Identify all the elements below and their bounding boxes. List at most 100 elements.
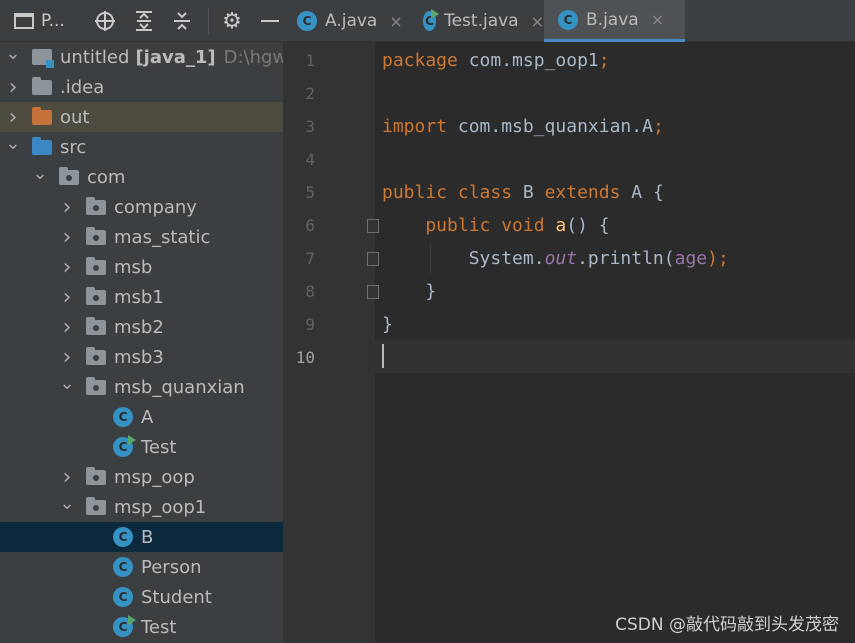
editor-tabs: C A.java × C Test.java × C B.java × — [283, 0, 855, 42]
code-token: out — [544, 248, 578, 269]
fold-marker-icon[interactable] — [367, 285, 379, 299]
project-path: D:\hgwz\un — [223, 46, 283, 68]
tree-item-msb1[interactable]: › msb1 — [0, 282, 283, 312]
code-line: public class B extends A { — [382, 176, 664, 209]
tree-item-msp-oop[interactable]: › msp_oop — [0, 462, 283, 492]
chevron-right-icon[interactable]: › — [4, 105, 22, 130]
fold-marker-icon[interactable] — [367, 219, 379, 233]
editor-gutter: 1 2 3 4 5 6 7 8 9 10 — [283, 42, 379, 643]
chevron-right-icon[interactable]: › — [58, 285, 76, 310]
code-token: com.msb_quanxian.A — [457, 116, 653, 137]
tab-a-java[interactable]: C A.java × — [283, 0, 409, 42]
tree-item-test[interactable]: C Test — [0, 612, 283, 642]
toolbar-divider — [208, 8, 209, 34]
tab-label: B.java — [586, 9, 639, 30]
chevron-right-icon[interactable]: › — [4, 75, 22, 100]
tree-item-msb[interactable]: › msb — [0, 252, 283, 282]
chevron-right-icon[interactable]: › — [58, 315, 76, 340]
class-icon: C — [113, 407, 133, 427]
tree-item-label: company — [114, 196, 197, 218]
line-number: 10 — [295, 348, 315, 367]
line-number: 6 — [305, 216, 315, 235]
tree-item-a[interactable]: CA — [0, 402, 283, 432]
tree-item-student[interactable]: C Student — [0, 582, 283, 612]
chevron-down-icon[interactable]: ⌄ — [58, 373, 76, 394]
tab-label: A.java — [325, 11, 378, 31]
collapse-all-icon[interactable] — [169, 8, 195, 34]
code-token: com.msp_oop1 — [468, 50, 599, 71]
chevron-right-icon[interactable]: › — [58, 465, 76, 490]
gear-icon[interactable]: ⚙ — [219, 8, 245, 34]
code-line: System.out.println(age); — [382, 242, 729, 275]
code-token: .println( — [577, 248, 675, 269]
close-icon[interactable]: × — [531, 12, 544, 31]
runnable-class-icon: C — [423, 9, 440, 31]
tree-item-label: mas_static — [114, 226, 211, 248]
chevron-down-icon[interactable]: ⌄ — [4, 43, 22, 64]
code-token: public void — [382, 215, 556, 236]
chevron-right-icon[interactable]: › — [58, 195, 76, 220]
tree-item-label: Person — [141, 556, 202, 578]
tree-item-com[interactable]: ⌄ com — [0, 162, 283, 192]
tree-item-out[interactable]: › out — [0, 102, 283, 132]
package-icon — [86, 316, 106, 335]
module-icon — [32, 49, 54, 68]
tree-item-msp-oop1[interactable]: ⌄ msp_oop1 — [0, 492, 283, 522]
tree-item-company[interactable]: › company — [0, 192, 283, 222]
tree-item-label: out — [60, 106, 90, 128]
close-icon[interactable]: × — [651, 10, 664, 29]
tree-item-label: msb — [114, 256, 153, 278]
tree-item-b[interactable]: CB — [0, 522, 283, 552]
line-number: 4 — [305, 150, 315, 169]
project-view-selector[interactable]: P... — [14, 8, 74, 34]
chevron-down-icon[interactable]: ⌄ — [4, 133, 22, 154]
tree-item-msb-quanxian[interactable]: ⌄ msb_quanxian — [0, 372, 283, 402]
tree-item-label: com — [87, 166, 126, 188]
hide-icon[interactable] — [258, 8, 282, 34]
tree-item-label: Test — [141, 436, 177, 458]
package-icon — [86, 346, 106, 365]
code-token: package — [382, 50, 469, 71]
module-name: [java_1] — [135, 46, 216, 68]
line-number: 2 — [305, 84, 315, 103]
tab-test-java[interactable]: C Test.java × — [409, 0, 544, 42]
locate-icon[interactable] — [92, 8, 118, 34]
chevron-down-icon[interactable]: ⌄ — [31, 163, 49, 184]
tree-item-src[interactable]: ⌄ src — [0, 132, 283, 162]
tree-item--idea[interactable]: › .idea — [0, 72, 283, 102]
tree-item-msb2[interactable]: › msb2 — [0, 312, 283, 342]
tab-label: Test.java — [444, 11, 519, 31]
editor-area: C A.java × C Test.java × C B.java × 1 2 3 4 5 6 7 8 9 10 … — [283, 0, 855, 643]
tree-item-mas-static[interactable]: › mas_static — [0, 222, 283, 252]
panel-icon — [14, 13, 34, 29]
tree-item-label: B — [141, 526, 154, 548]
tab-b-java[interactable]: C B.java × — [544, 0, 685, 42]
chevron-right-icon[interactable]: › — [58, 345, 76, 370]
tree-item-untitled[interactable]: ⌄ untitled [java_1] D:\hgwz\un — [0, 42, 283, 72]
class-icon: C — [113, 557, 133, 577]
class-icon: C — [297, 11, 317, 31]
tree-item-person[interactable]: C Person — [0, 552, 283, 582]
class-icon: C — [558, 9, 578, 30]
class-icon: C — [113, 587, 133, 607]
package-icon — [59, 166, 79, 185]
code-token: } — [382, 314, 393, 335]
code-token: ); — [707, 248, 729, 269]
project-toolbar: P... ⚙ — [0, 0, 283, 42]
fold-marker-icon[interactable] — [367, 252, 379, 266]
tree-item-label: msb2 — [114, 316, 164, 338]
code-token: B — [522, 182, 545, 203]
code-token: System. — [382, 248, 545, 269]
line-number: 7 — [305, 249, 315, 268]
tree-item-msb3[interactable]: › msb3 — [0, 342, 283, 372]
chevron-right-icon[interactable]: › — [58, 255, 76, 280]
close-icon[interactable]: × — [389, 12, 402, 31]
expand-all-icon[interactable] — [131, 8, 157, 34]
tree-item-test[interactable]: C Test — [0, 432, 283, 462]
chevron-down-icon[interactable]: ⌄ — [58, 493, 76, 514]
chevron-right-icon[interactable]: › — [58, 225, 76, 250]
project-panel: P... ⚙ ⌄ untitled [java_1] D:\hgwz\un › .ide… — [0, 0, 283, 643]
